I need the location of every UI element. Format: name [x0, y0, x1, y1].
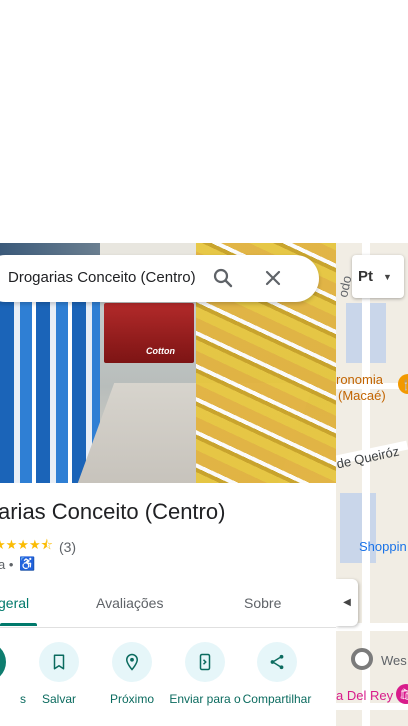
rating-row[interactable]: ★★★★⯪ (3): [0, 536, 76, 558]
map-label-shopping: Shoppin: [359, 539, 407, 554]
wheelchair-icon: ♿: [19, 556, 36, 571]
category-row: a • ♿: [0, 556, 36, 572]
share-button[interactable]: Compartilhar: [237, 642, 317, 707]
action-label: Salvar: [41, 692, 76, 706]
action-bar: s Salvar Próximo Enviar para o Compartil…: [0, 627, 336, 726]
phone-icon: [185, 642, 225, 682]
collapse-panel-button[interactable]: ◀: [336, 579, 358, 626]
nearby-icon: [112, 642, 152, 682]
chevron-down-icon: ▼: [383, 271, 392, 282]
directions-icon: [0, 642, 6, 682]
action-label: Compartilhar: [242, 692, 312, 706]
action-label: Próximo: [109, 692, 154, 706]
tab-bar: geral Avaliações Sobre: [0, 579, 336, 628]
send-to-phone-button[interactable]: Enviar para o: [165, 642, 245, 707]
blank-area: [0, 0, 408, 243]
chevron-left-icon: ◀: [343, 597, 351, 608]
review-count[interactable]: (3): [59, 539, 76, 555]
place-category: a •: [0, 556, 14, 572]
map-label-gastronomia: ronomia: [336, 372, 383, 387]
nearby-button[interactable]: Próximo: [92, 642, 172, 707]
save-button[interactable]: Salvar: [19, 642, 99, 707]
place-panel: Cotton Drogarias Conceito (Centro) arias…: [0, 243, 336, 726]
star-rating: ★★★★⯪: [0, 537, 53, 552]
map-layer-button[interactable]: Pt ▼: [352, 255, 404, 298]
tab-overview[interactable]: geral: [0, 595, 29, 611]
tab-reviews[interactable]: Avaliações: [96, 595, 163, 611]
active-tab-indicator: [0, 623, 37, 626]
search-icon[interactable]: [211, 266, 235, 290]
search-input[interactable]: Drogarias Conceito (Centro): [8, 269, 196, 286]
photo-brand-text: Cotton: [146, 346, 175, 356]
bookmark-icon: [39, 642, 79, 682]
map-label-del-rey: a Del Rey: [336, 688, 394, 703]
close-icon[interactable]: [261, 266, 285, 290]
map-label-wes: Wes: [381, 653, 407, 668]
tab-about[interactable]: Sobre: [244, 595, 281, 611]
action-label: Enviar para o: [169, 692, 241, 706]
search-box[interactable]: Drogarias Conceito (Centro): [0, 255, 319, 302]
map-label-macae: (Macaé): [338, 388, 386, 403]
place-pin-icon[interactable]: [351, 648, 373, 670]
place-title: arias Conceito (Centro): [0, 499, 226, 524]
layer-label: Pt: [358, 268, 373, 285]
share-icon: [257, 642, 297, 682]
